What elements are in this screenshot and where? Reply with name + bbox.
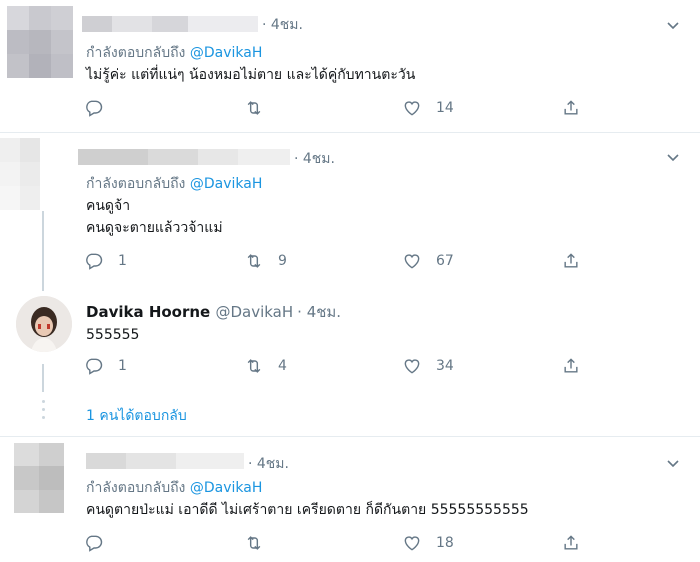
share-icon: [564, 535, 578, 550]
thread-line: [42, 364, 44, 392]
heart-icon: [404, 536, 420, 551]
heart-icon: [404, 101, 420, 116]
replying-handle-link[interactable]: @DavikaH: [190, 45, 263, 61]
heart-icon: [404, 359, 420, 374]
reply-icon: [86, 253, 103, 270]
thread-dot: [42, 416, 45, 419]
chevron-down-icon[interactable]: [665, 455, 681, 471]
reply-button[interactable]: [84, 533, 118, 553]
retweet-button[interactable]: [244, 98, 278, 118]
reply-button[interactable]: 1: [84, 356, 127, 376]
replying-label: กำลังตอบกลับถึง: [86, 45, 186, 61]
share-button[interactable]: [561, 356, 581, 376]
replying-to: กำลังตอบกลับถึง @DavikaH: [86, 42, 262, 64]
avatar-pixelated[interactable]: [7, 6, 73, 78]
reply-count: 1: [118, 358, 127, 374]
retweet-icon: [247, 101, 261, 115]
thread-line: [42, 211, 44, 291]
tweet-actions: 1 4 34: [84, 356, 604, 380]
retweet-count: 4: [278, 358, 287, 374]
like-button[interactable]: 34: [402, 356, 454, 376]
reply-icon: [86, 535, 103, 552]
share-icon: [564, 253, 578, 268]
reply-icon: [86, 358, 103, 375]
heart-icon: [404, 254, 420, 269]
retweet-button[interactable]: [244, 533, 278, 553]
share-button[interactable]: [561, 251, 581, 271]
tweet-text: คนดูตายป่ะแม่ เอาดีดี ไม่เศร้าตาย เครียด…: [86, 502, 529, 518]
chevron-down-icon[interactable]: [665, 149, 681, 165]
tweet-text: 555555: [86, 327, 140, 343]
like-count: 67: [436, 253, 454, 269]
thread-dot: [42, 400, 45, 403]
reply-icon: [86, 100, 103, 117]
tweet-3[interactable]: Davika Hoorne @DavikaH · 4ชม. 555555 1 4 …: [0, 290, 700, 392]
reply-button[interactable]: 1: [84, 251, 127, 271]
share-button[interactable]: [561, 98, 581, 118]
replying-label: กำลังตอบกลับถึง: [86, 176, 186, 192]
share-button[interactable]: [561, 533, 581, 553]
retweet-icon: [247, 359, 261, 373]
replying-handle-link[interactable]: @DavikaH: [190, 480, 263, 496]
blurred-username[interactable]: [86, 453, 244, 469]
retweet-icon: [247, 254, 261, 268]
blurred-username[interactable]: [82, 16, 258, 32]
chevron-down-icon[interactable]: [665, 17, 681, 33]
replying-to: กำลังตอบกลับถึง @DavikaH: [86, 477, 262, 499]
tweet-time[interactable]: · 4ชม.: [262, 14, 303, 36]
avatar-pixelated[interactable]: [0, 138, 40, 210]
replying-label: กำลังตอบกลับถึง: [86, 480, 186, 496]
like-button[interactable]: 67: [402, 251, 454, 271]
replying-to: กำลังตอบกลับถึง @DavikaH: [86, 173, 262, 195]
user-handle[interactable]: @DavikaH: [215, 303, 293, 321]
tweet-2[interactable]: · 4ชม. กำลังตอบกลับถึง @DavikaH คนดูจ้า …: [0, 133, 700, 291]
tweet-time[interactable]: · 4ชม.: [297, 303, 341, 321]
thread-dot: [42, 408, 45, 411]
reply-count: 1: [118, 253, 127, 269]
display-name-text[interactable]: Davika Hoorne: [86, 303, 210, 321]
like-button[interactable]: 18: [402, 533, 454, 553]
retweet-button[interactable]: 4: [244, 356, 287, 376]
replying-handle-link[interactable]: @DavikaH: [190, 176, 263, 192]
tweet-actions: 14: [84, 98, 604, 122]
like-count: 34: [436, 358, 454, 374]
retweet-icon: [247, 536, 261, 550]
blurred-username[interactable]: [78, 149, 290, 165]
tweet-4[interactable]: · 4ชม. กำลังตอบกลับถึง @DavikaH คนดูตายป…: [0, 437, 700, 562]
tweet-actions: 1 9 67: [84, 251, 604, 275]
avatar-pixelated[interactable]: [14, 443, 64, 513]
retweet-button[interactable]: 9: [244, 251, 287, 271]
like-button[interactable]: 14: [402, 98, 454, 118]
tweet-time[interactable]: · 4ชม.: [294, 148, 335, 170]
tweet-text: ไม่รู้ค่ะ แต่ที่แน่ๆ น้องหมอไม่ตาย และได…: [86, 67, 416, 83]
like-count: 18: [436, 535, 454, 551]
like-count: 14: [436, 100, 454, 116]
tweet-time[interactable]: · 4ชม.: [248, 453, 289, 475]
show-replies-link[interactable]: 1 คนได้ตอบกลับ: [86, 405, 187, 427]
tweet-text: คนดูจ้า คนดูจะตายแล้ววจ้าแม่: [86, 198, 223, 236]
avatar-photo: [16, 296, 72, 352]
tweet-actions: 18: [84, 533, 604, 557]
share-icon: [564, 100, 578, 115]
share-icon: [564, 358, 578, 373]
retweet-count: 9: [278, 253, 287, 269]
avatar[interactable]: [16, 296, 72, 352]
reply-button[interactable]: [84, 98, 118, 118]
tweet-1[interactable]: · 4ชม. กำลังตอบกลับถึง @DavikaH ไม่รู้ค่…: [0, 0, 700, 130]
display-name[interactable]: Davika Hoorne @DavikaH · 4ชม.: [86, 300, 341, 324]
